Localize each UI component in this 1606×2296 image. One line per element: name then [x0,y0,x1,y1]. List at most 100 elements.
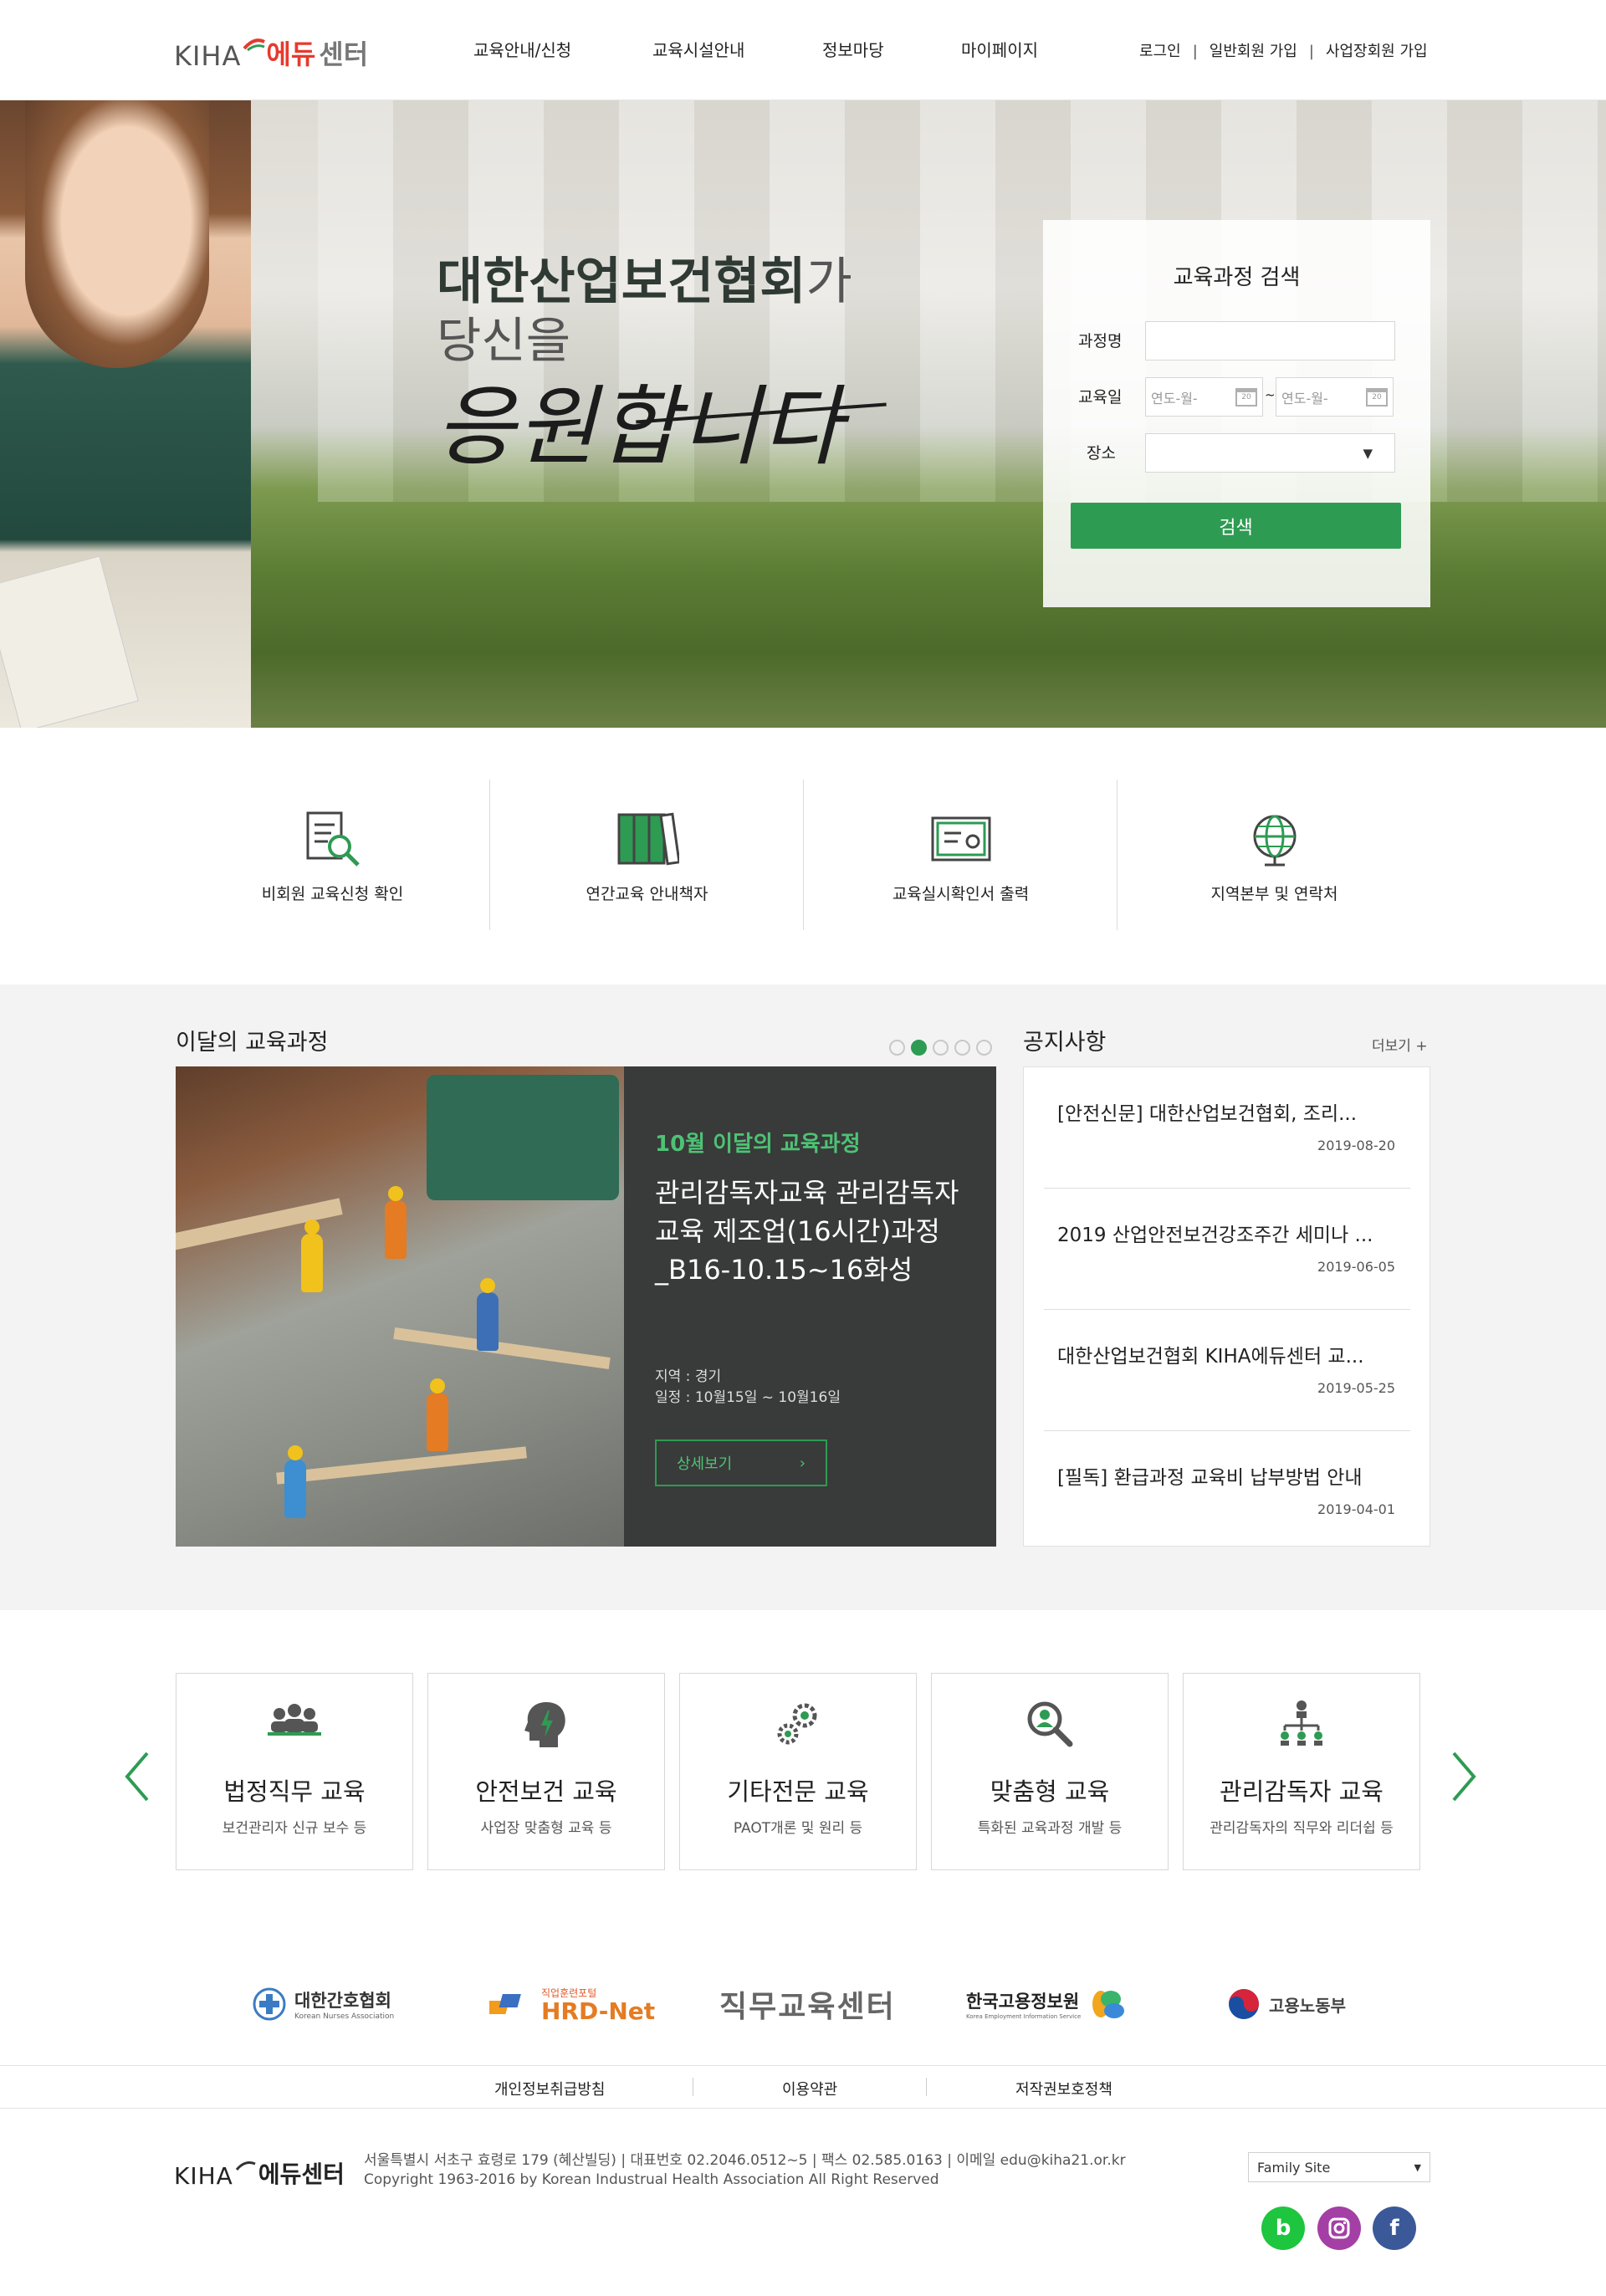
chevron-right-icon[interactable] [1449,1750,1479,1803]
category-title: 법정직무 교육 [223,1777,366,1806]
quick-link-label: 지역본부 및 연락처 [1210,885,1338,903]
util-menu: 로그인 | 일반회원 가입 | 사업장회원 가입 [1139,39,1428,61]
course-info-panel: 10월 이달의 교육과정 관리감독자교육 관리감독자교육 제조업(16시간)과정… [624,1066,996,1547]
toy-worker [385,1200,407,1259]
hero-person-image [0,100,251,728]
toy-worker [284,1460,306,1518]
magnifier-user-icon [1027,1701,1073,1747]
slide-dot-5[interactable] [976,1040,992,1056]
instagram-icon[interactable] [1317,2207,1361,2250]
notice-item-date: 2019-05-25 [1317,1380,1395,1396]
keis-name-en: Korea Employment Information Service [966,2013,1082,2020]
hero-headline-light: 가 [806,253,852,311]
org-chart-icon [1281,1700,1322,1746]
site-logo[interactable]: KIHA 에듀 센터 [174,33,368,72]
search-title: 교육과정 검색 [1173,265,1301,290]
logo-swoosh-icon [243,38,266,52]
search-button[interactable]: 검색 [1071,503,1401,549]
quick-link-label: 연간교육 안내책자 [586,885,708,903]
partner-hrd-net[interactable]: 직업훈련포털 HRD-Net [489,1981,655,2028]
nav-mypage[interactable]: 마이페이지 [961,37,1038,61]
util-separator: | [1192,43,1198,60]
footer-logo-en: KIHA [174,2162,233,2190]
toy-worker-head [288,1445,303,1460]
slide-dots [889,1040,992,1056]
notice-item[interactable]: [안전신문] 대한산업보건협회, 조리... 2019-08-20 [1044,1067,1410,1189]
certificate-icon [931,816,990,862]
partner-job-center[interactable]: 직무교육센터 [719,1981,896,2028]
notice-item[interactable]: 대한산업보건협회 KIHA에듀센터 교... 2019-05-25 [1044,1310,1410,1431]
notice-more-link[interactable]: 더보기 + [1372,1034,1428,1055]
category-legal-duty[interactable]: 법정직무 교육 보건관리자 신규 보수 등 [176,1673,413,1870]
slide-dot-4[interactable] [954,1040,970,1056]
chevron-left-icon[interactable] [122,1750,152,1803]
dropdown-arrow-icon: ▼ [1363,445,1373,461]
notice-item-title: 2019 산업안전보건강조주간 세미나 ... [1057,1225,1373,1246]
partner-moel[interactable]: 고용노동부 [1227,1981,1346,2028]
nurses-emblem-icon [253,1987,286,2021]
course-image [176,1066,624,1547]
quick-link-nonmember-check[interactable]: 비회원 교육신청 확인 [176,780,489,930]
toy-worker [477,1292,499,1351]
partner-nurses-association[interactable]: 대한간호협회 Korean Nurses Association [253,1981,394,2028]
family-site-select[interactable]: Family Site ▼ [1248,2152,1430,2182]
hrd-logo-icon [489,1994,521,2014]
date-to-input[interactable]: 연도-월- 20 [1276,377,1394,417]
monthly-course-card: 10월 이달의 교육과정 관리감독자교육 관리감독자교육 제조업(16시간)과정… [176,1066,996,1547]
slide-dot-1[interactable] [889,1040,905,1056]
notice-item[interactable]: 2019 산업안전보건강조주간 세미나 ... 2019-06-05 [1044,1189,1410,1310]
site-header: KIHA 에듀 센터 교육안내/신청 교육시설안내 정보마당 마이페이지 로그인 |… [0,0,1606,100]
slide-dot-2-active[interactable] [911,1040,927,1056]
date-label: 교육일 [1078,388,1123,407]
footer-logo-ko: 에듀센터 [258,2160,345,2188]
category-supervisor[interactable]: 관리감독자 교육 관리감독자의 직무와 리더쉽 등 [1183,1673,1420,1870]
detail-button[interactable]: 상세보기 › [655,1439,827,1486]
facebook-icon[interactable]: f [1373,2207,1416,2250]
place-select[interactable]: ▼ [1145,433,1395,473]
category-subtitle: 특화된 교육과정 개발 등 [977,1820,1123,1837]
terms-link[interactable]: 이용약관 [782,2078,837,2099]
util-separator: | [1308,43,1314,60]
business-join-link[interactable]: 사업장회원 가입 [1326,43,1428,60]
category-safety-health[interactable]: 안전보건 교육 사업장 맞춤형 교육 등 [427,1673,665,1870]
quick-link-certificate-print[interactable]: 교육실시확인서 출력 [804,780,1118,930]
band-icon[interactable]: b [1261,2207,1305,2250]
notice-item-date: 2019-08-20 [1317,1138,1395,1153]
toy-worker-head [304,1220,320,1235]
nav-facilities[interactable]: 교육시설안내 [652,37,744,61]
notice-item[interactable]: [필독] 환급과정 교육비 납부방법 안내 2019-04-01 [1044,1431,1410,1552]
monthly-course-title: 이달의 교육과정 [176,1030,329,1056]
footer-copyright: Copyright 1963-2016 by Korean Industrual… [364,2171,939,2188]
login-link[interactable]: 로그인 [1139,43,1181,60]
category-subtitle: 사업장 맞춤형 교육 등 [480,1820,612,1837]
nav-info[interactable]: 정보마당 [822,37,884,61]
document-search-icon [306,811,360,867]
partner-keis[interactable]: 한국고용정보원 Korea Employment Information Ser… [966,1981,1128,2028]
category-other-expert[interactable]: 기타전문 교육 PAOT개론 및 원리 등 [679,1673,917,1870]
quick-link-annual-guide[interactable]: 연간교육 안내책자 [490,780,804,930]
date-from-input[interactable]: 연도-월- 20 [1145,377,1263,417]
date-to-placeholder: 연도-월- [1281,390,1328,407]
nurses-name-en: Korean Nurses Association [294,2012,395,2021]
copyright-policy-link[interactable]: 저작권보호정책 [1015,2078,1112,2099]
privacy-policy-link[interactable]: 개인정보취급방침 [494,2078,605,2099]
toy-worker [301,1234,323,1292]
category-customized[interactable]: 맞춤형 교육 특화된 교육과정 개발 등 [931,1673,1169,1870]
moel-name: 고용노동부 [1269,1995,1346,2016]
course-name-input[interactable] [1145,321,1395,361]
calendar-icon[interactable]: 20 [1235,387,1257,407]
date-separator: ~ [1265,387,1276,402]
calendar-icon[interactable]: 20 [1366,387,1388,407]
taegeuk-icon [1229,1989,1259,2019]
course-name-label: 과정명 [1078,332,1123,350]
quick-link-label: 비회원 교육신청 확인 [261,885,404,903]
nav-education-apply[interactable]: 교육안내/신청 [473,37,571,61]
hero-script-text: 응원합니다 [435,376,844,478]
category-subtitle: 관리감독자의 직무와 리더쉽 등 [1210,1820,1394,1837]
family-site-label: Family Site [1257,2159,1331,2176]
general-join-link[interactable]: 일반회원 가입 [1210,43,1297,60]
slide-dot-3[interactable] [933,1040,949,1056]
notice-item-date: 2019-06-05 [1317,1259,1395,1275]
wood-plank [276,1446,527,1485]
quick-link-regional-contacts[interactable]: 지역본부 및 연락처 [1118,780,1431,930]
